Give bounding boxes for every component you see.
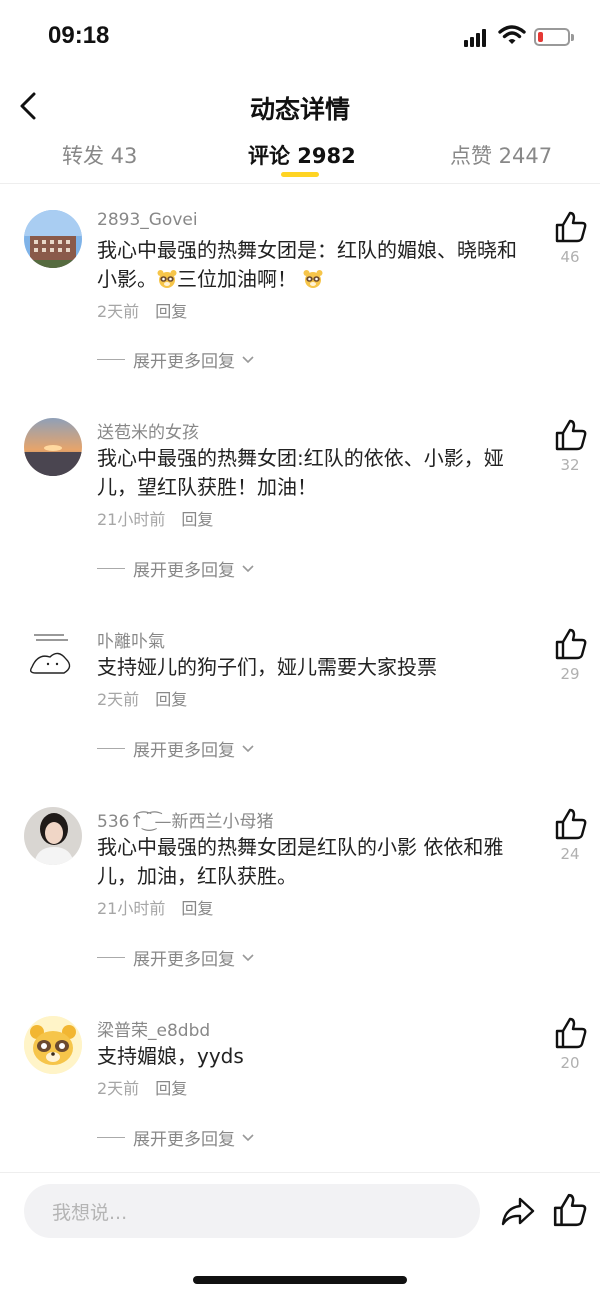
tab-likes[interactable]: 点赞 2447: [450, 140, 552, 170]
username[interactable]: 536↑͡ ͜ ͡—新西兰小母猪: [97, 807, 274, 832]
tab-bar: 转发 43 评论 2982 点赞 2447: [0, 136, 600, 184]
like-count: 46: [560, 248, 580, 266]
comment-time: 21小时前: [97, 510, 166, 529]
divider: [0, 183, 600, 184]
chevron-down-icon: [242, 355, 254, 363]
avatar[interactable]: [24, 210, 82, 268]
nav-bar: 动态详情: [0, 80, 600, 132]
comment-meta: 2天前 回复: [97, 1075, 187, 1099]
avatar[interactable]: [24, 807, 82, 865]
comment-input[interactable]: 我想说...: [24, 1184, 480, 1238]
divider: [97, 1137, 125, 1138]
username[interactable]: 送苞米的女孩: [97, 418, 199, 443]
share-icon[interactable]: [500, 1194, 536, 1228]
comment-text: 我心中最强的热舞女团是红队的小影 依依和雅儿，加油，红队获胜。: [97, 835, 504, 888]
divider: [97, 359, 125, 360]
comment-meta: 21小时前 回复: [97, 895, 213, 919]
expand-replies-button[interactable]: 展开更多回复: [97, 347, 255, 372]
active-tab-indicator: [281, 172, 319, 177]
comment-meta: 2天前 回复: [97, 298, 187, 322]
chevron-down-icon: [242, 1133, 254, 1141]
comment-text: 支持娅儿的狗子们，娅儿需要大家投票: [97, 655, 437, 679]
expand-replies-button[interactable]: 展开更多回复: [97, 556, 255, 581]
username[interactable]: 2893_Govei: [97, 210, 198, 230]
like-count: 32: [560, 456, 580, 474]
like-count: 24: [560, 845, 580, 863]
raccoon-emoji-icon: [157, 270, 177, 288]
reply-button[interactable]: 回复: [155, 1079, 187, 1098]
status-time: 09:18: [48, 22, 110, 49]
comment-text: 我心中最强的热舞女团是：红队的媚娘、晓晓和小影。 三位加油啊！: [97, 238, 517, 291]
comment-input-placeholder: 我想说...: [52, 1202, 128, 1224]
cellular-signal-icon: [464, 27, 492, 47]
like-thumb-icon[interactable]: [552, 1192, 588, 1228]
like-thumb-icon[interactable]: [554, 1016, 588, 1050]
divider: [97, 957, 125, 958]
comment-time: 21小时前: [97, 899, 166, 918]
comment-meta: 21小时前 回复: [97, 506, 213, 530]
like-count: 20: [560, 1054, 580, 1072]
status-bar: 09:18: [0, 0, 600, 76]
like-thumb-icon[interactable]: [554, 210, 588, 244]
page-title: 动态详情: [249, 95, 350, 124]
avatar[interactable]: [24, 627, 82, 685]
username[interactable]: 卟離卟氣: [97, 627, 165, 652]
username[interactable]: 梁普荣_e8dbd: [97, 1016, 210, 1041]
comment-meta: 2天前 回复: [97, 686, 187, 710]
like-thumb-icon[interactable]: [554, 627, 588, 661]
chevron-down-icon: [242, 953, 254, 961]
comment-time: 2天前: [97, 690, 140, 709]
comment-text: 我心中最强的热舞女团:红队的依依、小影，娅儿，望红队获胜！加油！: [97, 446, 504, 499]
wifi-icon: [498, 25, 526, 44]
chevron-down-icon: [242, 744, 254, 752]
expand-replies-button[interactable]: 展开更多回复: [97, 945, 255, 970]
avatar[interactable]: [24, 1016, 82, 1074]
raccoon-emoji-icon: [303, 270, 323, 288]
expand-replies-button[interactable]: 展开更多回复: [97, 736, 255, 761]
divider: [97, 748, 125, 749]
divider: [0, 1172, 600, 1173]
like-thumb-icon[interactable]: [554, 807, 588, 841]
comment-time: 2天前: [97, 302, 140, 321]
reply-button[interactable]: 回复: [181, 899, 213, 918]
comment-text: 支持媚娘，yyds: [97, 1044, 244, 1068]
battery-icon: [534, 28, 574, 46]
tab-comments[interactable]: 评论 2982: [248, 140, 356, 170]
chevron-down-icon: [242, 564, 254, 572]
avatar[interactable]: [24, 418, 82, 476]
tab-reposts[interactable]: 转发 43: [62, 140, 137, 170]
reply-button[interactable]: 回复: [181, 510, 213, 529]
divider: [97, 568, 125, 569]
like-thumb-icon[interactable]: [554, 418, 588, 452]
home-indicator[interactable]: [193, 1276, 407, 1284]
like-count: 29: [560, 665, 580, 683]
comment-time: 2天前: [97, 1079, 140, 1098]
reply-button[interactable]: 回复: [155, 690, 187, 709]
reply-button[interactable]: 回复: [155, 302, 187, 321]
expand-replies-button[interactable]: 展开更多回复: [97, 1125, 255, 1150]
